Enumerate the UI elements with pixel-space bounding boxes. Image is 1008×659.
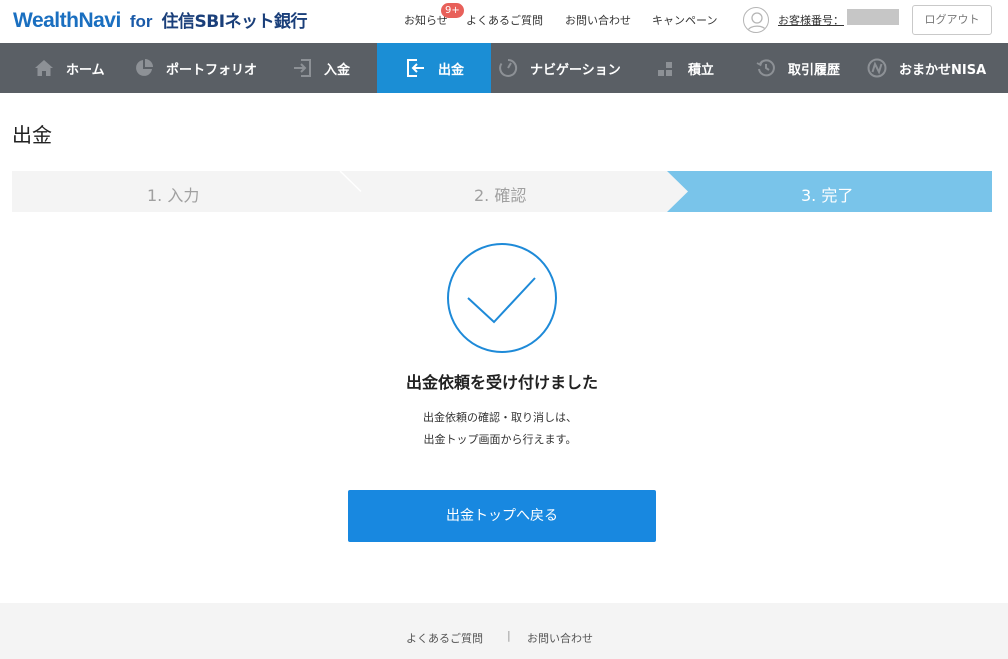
withdraw-icon [406, 58, 426, 78]
user-icon[interactable] [743, 7, 769, 33]
contact-link[interactable]: お問い合わせ [565, 12, 631, 28]
nav-item-portfolio[interactable]: ポートフォリオ [134, 43, 257, 93]
nav-item-navigation[interactable]: ナビゲーション [498, 43, 621, 93]
nav-item-history[interactable]: 取引履歴 [756, 43, 840, 93]
nisa-icon [867, 58, 887, 78]
nav-label-history: 取引履歴 [788, 62, 841, 78]
nav-label-navigation: ナビゲーション [530, 62, 621, 78]
nav-item-nisa[interactable]: おまかせNISA [867, 43, 986, 93]
step-divider [339, 171, 362, 193]
logo-for: for [129, 12, 153, 31]
notice-badge: 9+ [441, 3, 464, 18]
completion-message-2: 出金トップ画面から行えます。 [423, 433, 577, 446]
history-icon [756, 58, 776, 78]
nav-item-withdraw[interactable]: 出金 [377, 43, 491, 93]
footer: よくあるご質問 | お問い合わせ [0, 603, 1008, 659]
blocks-icon [656, 58, 676, 78]
nav-item-deposit[interactable]: 入金 [292, 43, 350, 93]
header: WealthNavi for 住信SBIネット銀行 お知らせ 9+ よくあるご質… [0, 0, 1008, 43]
footer-separator: | [507, 629, 511, 642]
back-to-withdraw-top-button[interactable]: 出金トップへ戻る [348, 490, 656, 542]
step-3-label: 3. 完了 [801, 186, 854, 205]
step-2-label: 2. 確認 [474, 186, 527, 205]
nav-item-tsumitate[interactable]: 積立 [656, 43, 714, 93]
step-indicator: 1. 入力 2. 確認 3. 完了 [12, 171, 992, 212]
pie-chart-icon [134, 58, 154, 78]
footer-contact-link[interactable]: お問い合わせ [527, 630, 593, 646]
step-1-label: 1. 入力 [147, 186, 200, 205]
navigation-icon [498, 58, 518, 78]
nav-label-home: ホーム [66, 62, 105, 78]
main-nav: ホーム ポートフォリオ 入金 出金 ナビゲーション 積立 取引履歴 おまかせNI… [0, 43, 1008, 93]
campaign-link[interactable]: キャンペーン [652, 12, 717, 28]
nav-item-home[interactable]: ホーム [34, 43, 105, 93]
logo-brand: WealthNavi [13, 9, 121, 32]
logo[interactable]: WealthNavi for 住信SBIネット銀行 [13, 7, 308, 33]
deposit-icon [292, 58, 312, 78]
nav-label-portfolio: ポートフォリオ [166, 62, 258, 78]
footer-faq-link[interactable]: よくあるご質問 [406, 630, 483, 646]
check-circle-icon [446, 242, 558, 354]
logout-button[interactable]: ログアウト [912, 5, 992, 35]
logo-bank: 住信SBIネット銀行 [161, 12, 308, 32]
nav-label-deposit: 入金 [324, 62, 351, 78]
completion-message-1: 出金依頼の確認・取り消しは、 [423, 411, 577, 424]
customer-number-link[interactable]: お客様番号： [778, 12, 844, 28]
faq-link[interactable]: よくあるご質問 [466, 12, 543, 28]
completion-title: 出金依頼を受け付けました [405, 373, 598, 392]
page-title: 出金 [12, 123, 52, 147]
nav-label-tsumitate: 積立 [688, 62, 715, 78]
customer-number-masked [847, 9, 899, 25]
home-icon [34, 58, 54, 78]
nav-label-nisa: おまかせNISA [899, 62, 987, 78]
nav-label-withdraw: 出金 [438, 62, 465, 78]
